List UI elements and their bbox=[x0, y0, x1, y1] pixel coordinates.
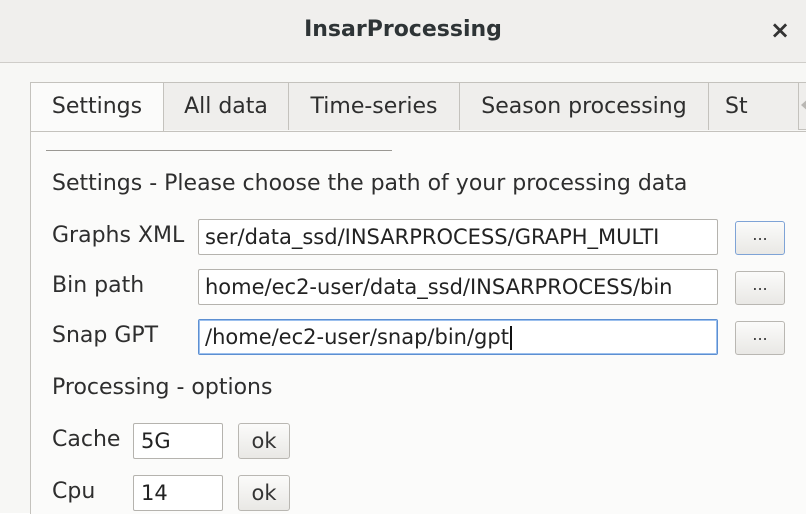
processing-section-title: Processing - options bbox=[52, 375, 273, 400]
tab-partial[interactable]: St bbox=[708, 82, 800, 130]
bin-path-field[interactable]: home/ec2-user/data_ssd/INSARPROCESS/bin bbox=[198, 269, 718, 305]
window-title: InsarProcessing bbox=[304, 17, 502, 42]
close-icon[interactable]: × bbox=[764, 13, 796, 47]
cache-field[interactable]: 5G bbox=[133, 423, 223, 459]
tab-time-series[interactable]: Time-series bbox=[288, 82, 460, 130]
bin-path-label: Bin path bbox=[52, 273, 145, 298]
chevron-left-icon[interactable] bbox=[801, 97, 806, 113]
snap-gpt-browse-button[interactable]: ... bbox=[735, 321, 785, 355]
tab-settings[interactable]: Settings bbox=[30, 82, 164, 132]
tab-season-processing[interactable]: Season processing bbox=[459, 82, 709, 130]
cache-ok-button[interactable]: ok bbox=[238, 423, 290, 459]
snap-gpt-field[interactable]: /home/ec2-user/snap/bin/gpt bbox=[198, 319, 718, 355]
graphs-xml-label: Graphs XML bbox=[52, 223, 185, 248]
snap-gpt-value: /home/ec2-user/snap/bin/gpt bbox=[205, 325, 509, 349]
title-bar: InsarProcessing × bbox=[0, 0, 806, 63]
cache-label: Cache bbox=[52, 427, 121, 452]
snap-gpt-label: Snap GPT bbox=[52, 323, 159, 348]
tab-scroll-buttons bbox=[798, 82, 806, 130]
text-caret bbox=[509, 326, 512, 350]
cpu-ok-button[interactable]: ok bbox=[238, 475, 290, 511]
tab-bar: Settings All data Time-series Season pro… bbox=[30, 82, 806, 132]
tab-all-data[interactable]: All data bbox=[163, 82, 289, 130]
graphs-xml-field[interactable]: ser/data_ssd/INSARPROCESS/GRAPH_MULTI bbox=[198, 219, 718, 255]
cpu-field[interactable]: 14 bbox=[133, 475, 223, 511]
settings-section-title: Settings - Please choose the path of you… bbox=[52, 171, 688, 196]
divider bbox=[46, 150, 392, 151]
bin-path-browse-button[interactable]: ... bbox=[735, 271, 785, 305]
cpu-label: Cpu bbox=[52, 479, 96, 504]
graphs-xml-browse-button[interactable]: ... bbox=[735, 221, 785, 255]
